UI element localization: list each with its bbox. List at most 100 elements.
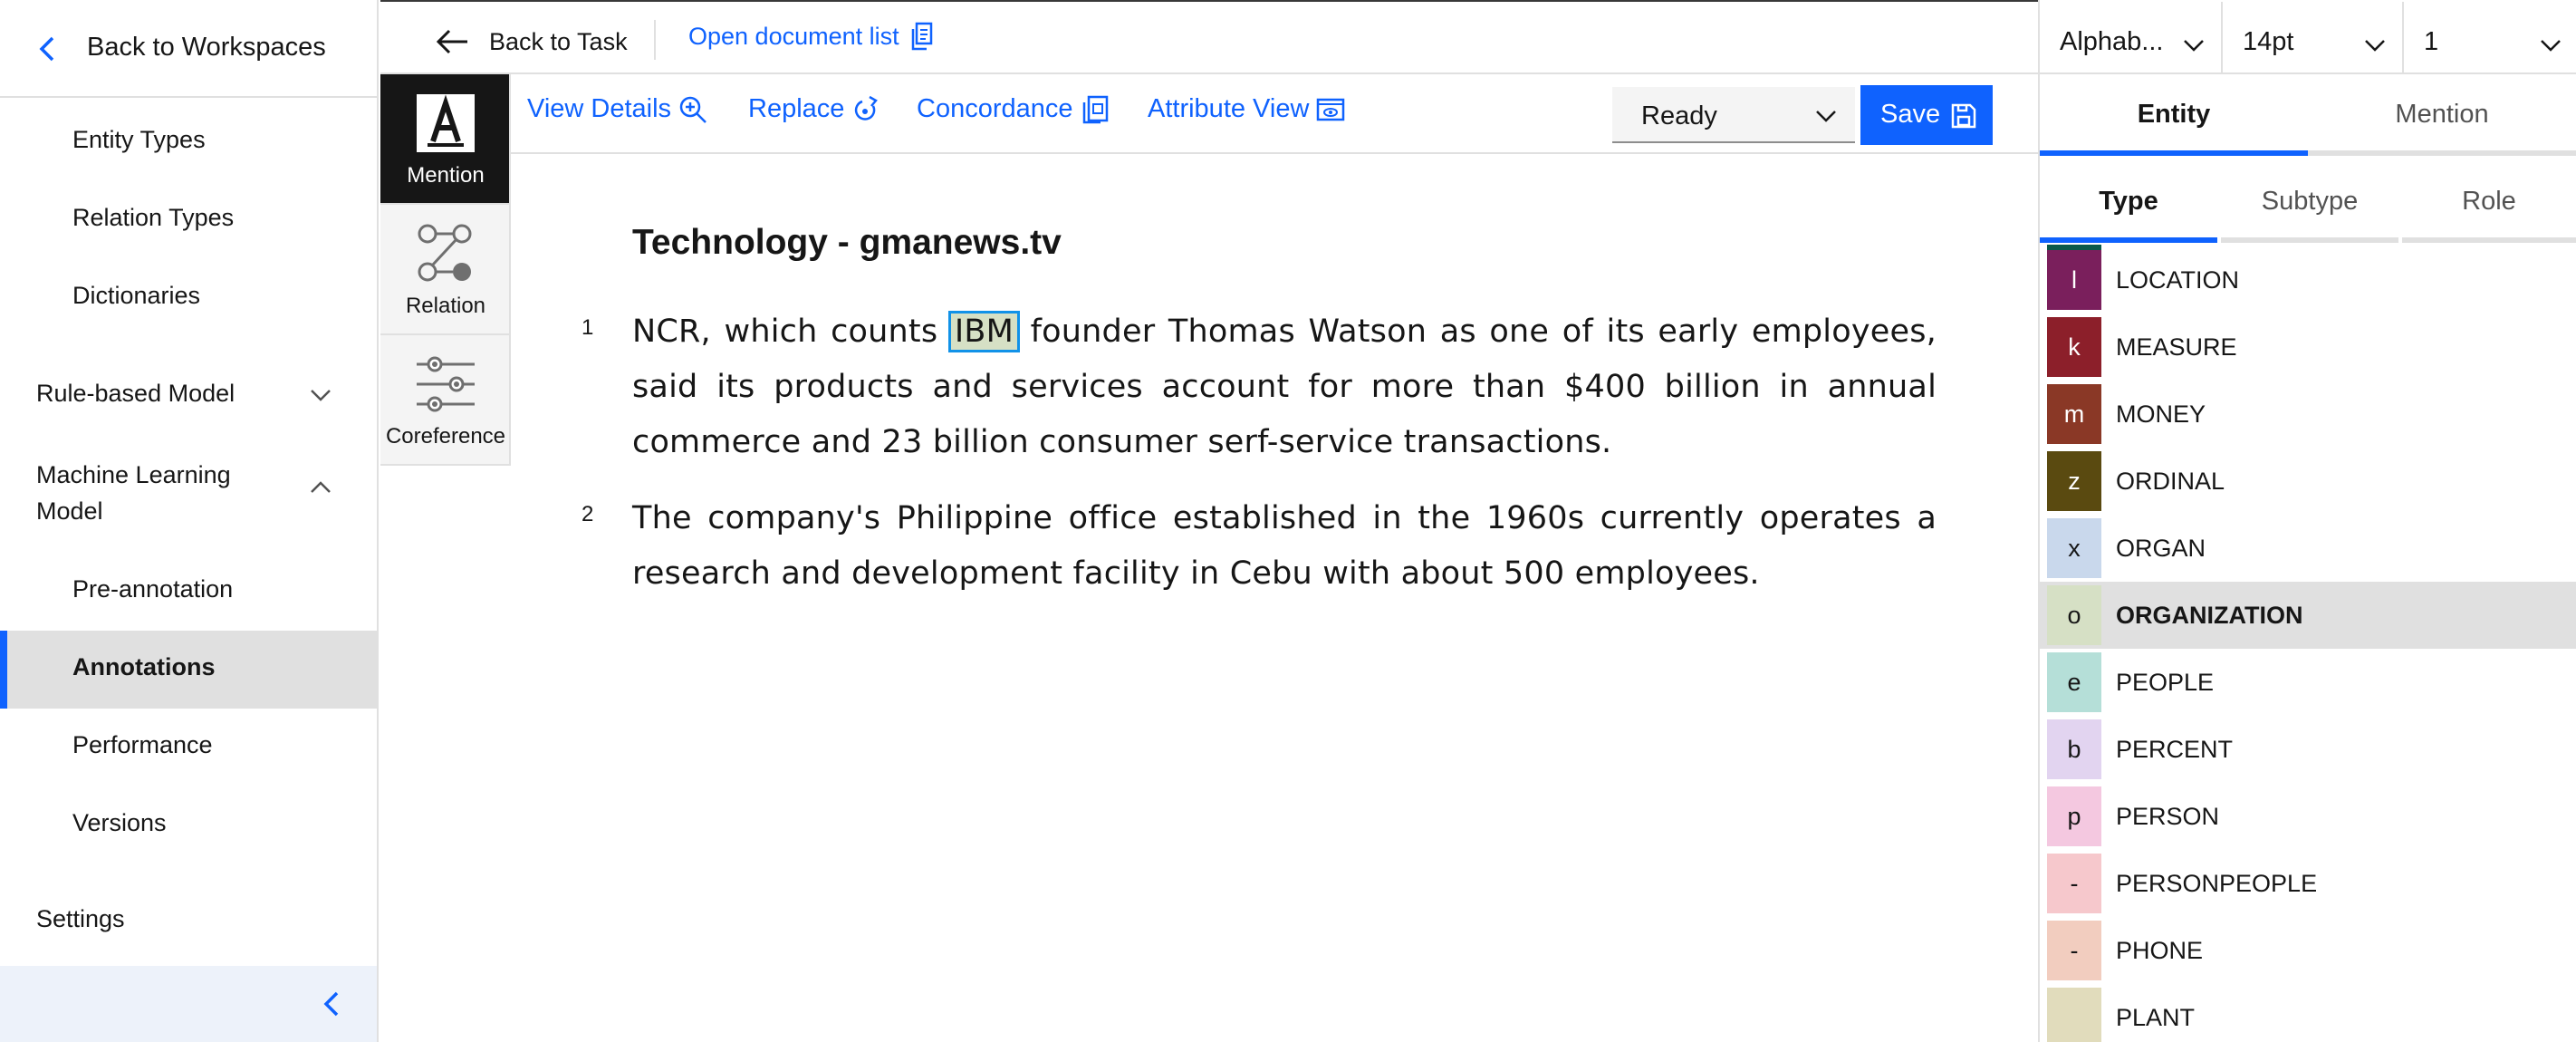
entity-type-row-person[interactable]: p PERSON bbox=[2040, 783, 2576, 850]
entity-type-row-phone[interactable]: - PHONE bbox=[2040, 917, 2576, 984]
coreference-mode-button[interactable]: Coreference bbox=[380, 335, 511, 466]
sidebar-item-versions[interactable]: Versions bbox=[0, 786, 377, 864]
view-details-button[interactable]: View Details bbox=[527, 94, 707, 124]
sentence-text[interactable]: The company's Philippine office establis… bbox=[632, 491, 1937, 602]
tab-indicator bbox=[2402, 237, 2576, 243]
mention-mode-label: Mention bbox=[407, 163, 485, 188]
document-top-bar: Back to Task Open document list bbox=[380, 0, 2038, 74]
tab-indicator bbox=[2308, 150, 2576, 156]
entity-type-key: z bbox=[2047, 451, 2101, 511]
sidebar-item-label: Versions bbox=[72, 809, 167, 836]
mention-icon bbox=[417, 94, 475, 152]
entity-type-name: PEOPLE bbox=[2116, 669, 2215, 696]
entity-type-name: ORDINAL bbox=[2116, 468, 2225, 495]
entity-type-row-people[interactable]: e PEOPLE bbox=[2040, 649, 2576, 716]
tab-type[interactable]: Type bbox=[2040, 161, 2217, 243]
entity-type-name: PERSONPEOPLE bbox=[2116, 870, 2318, 897]
tab-entity[interactable]: Entity bbox=[2040, 74, 2308, 156]
back-to-task-button[interactable]: Back to Task bbox=[435, 22, 628, 62]
document-status-value: Ready bbox=[1641, 101, 1717, 130]
entity-type-row-location[interactable]: l LOCATION bbox=[2040, 246, 2576, 314]
chevron-left-icon bbox=[39, 36, 54, 62]
sidebar-item-settings[interactable]: Settings bbox=[0, 883, 377, 960]
sliders-icon bbox=[417, 356, 475, 412]
sidebar-item-label: Relation Types bbox=[72, 204, 235, 231]
sidebar-item-entity-types[interactable]: Entity Types bbox=[0, 103, 377, 181]
sidebar-item-machine-learning-model[interactable]: Machine Learning Model bbox=[0, 444, 377, 544]
tab-label: Entity bbox=[2137, 100, 2211, 129]
sidebar-item-pre-annotation[interactable]: Pre-annotation bbox=[0, 553, 377, 631]
tab-label: Subtype bbox=[2261, 187, 2359, 216]
back-to-task-label: Back to Task bbox=[489, 27, 628, 55]
entity-type-name: MEASURE bbox=[2116, 333, 2237, 361]
chevron-down-icon bbox=[2541, 40, 2561, 52]
concordance-label: Concordance bbox=[917, 94, 1073, 123]
document-status-dropdown[interactable]: Ready bbox=[1612, 87, 1855, 143]
collapse-sidebar-button[interactable] bbox=[0, 966, 377, 1042]
entity-type-row-organization[interactable]: o ORGANIZATION bbox=[2040, 582, 2576, 649]
left-sidebar: Back to Workspaces Entity Types Relation… bbox=[0, 0, 379, 1042]
zoom-in-icon bbox=[679, 96, 706, 123]
entity-type-row-plant[interactable]: PLANT bbox=[2040, 984, 2576, 1042]
entity-type-row-measure[interactable]: k MEASURE bbox=[2040, 314, 2576, 381]
sentence-number: 2 bbox=[582, 502, 594, 526]
open-document-list-label: Open document list bbox=[688, 22, 899, 50]
save-icon bbox=[1951, 103, 1976, 129]
view-details-label: View Details bbox=[527, 94, 672, 123]
sidebar-item-label: Dictionaries bbox=[72, 282, 201, 309]
sidebar-item-relation-types[interactable]: Relation Types bbox=[0, 181, 377, 259]
entity-type-row-ordinal[interactable]: z ORDINAL bbox=[2040, 448, 2576, 515]
entity-type-name: ORGAN bbox=[2116, 535, 2206, 562]
sentence-number: 1 bbox=[582, 315, 594, 340]
entity-type-name: LOCATION bbox=[2116, 266, 2240, 294]
chevron-down-icon bbox=[311, 390, 331, 401]
replace-button[interactable]: Replace bbox=[748, 94, 880, 124]
save-button[interactable]: Save bbox=[1860, 85, 1993, 145]
relation-icon bbox=[418, 224, 472, 282]
entity-type-key: l bbox=[2047, 250, 2101, 310]
chevron-up-icon bbox=[311, 481, 331, 493]
sidebar-item-rule-based-model[interactable]: Rule-based Model bbox=[0, 357, 377, 435]
sentence-text[interactable]: NCR, which counts IBM founder Thomas Wat… bbox=[632, 304, 1937, 470]
concordance-button[interactable]: Concordance bbox=[917, 94, 1110, 124]
sort-order-dropdown[interactable]: Alphab... bbox=[2040, 2, 2223, 74]
entity-type-key: b bbox=[2047, 719, 2101, 779]
level-dropdown[interactable]: 1 bbox=[2404, 2, 2576, 74]
chevron-down-icon bbox=[2365, 40, 2385, 52]
back-to-workspaces-label: Back to Workspaces bbox=[87, 33, 326, 62]
entity-type-list[interactable]: l LOCATION k MEASURE m MONEY z ORDINAL x ORGAN o OR… bbox=[2040, 245, 2576, 1042]
entity-type-key: e bbox=[2047, 652, 2101, 712]
tab-role[interactable]: Role bbox=[2402, 161, 2576, 243]
document-list-icon bbox=[911, 22, 932, 51]
mention-mode-button[interactable]: Mention bbox=[380, 74, 511, 205]
entity-type-key: - bbox=[2047, 854, 2101, 913]
tab-subtype[interactable]: Subtype bbox=[2221, 161, 2398, 243]
open-document-list-link[interactable]: Open document list bbox=[688, 22, 934, 51]
tab-label: Mention bbox=[2395, 100, 2489, 129]
entity-type-name: ORGANIZATION bbox=[2116, 602, 2303, 629]
tab-indicator bbox=[2221, 237, 2398, 243]
back-to-workspaces-link[interactable]: Back to Workspaces bbox=[0, 0, 377, 98]
tab-mention[interactable]: Mention bbox=[2308, 74, 2576, 156]
font-size-value: 14pt bbox=[2243, 27, 2294, 56]
relation-mode-button[interactable]: Relation bbox=[380, 205, 511, 335]
sidebar-item-label: Machine Learning Model bbox=[36, 461, 231, 525]
sidebar-item-performance[interactable]: Performance bbox=[0, 709, 377, 786]
font-size-dropdown[interactable]: 14pt bbox=[2223, 2, 2404, 74]
document-view: Technology - gmanews.tv 1 NCR, which cou… bbox=[511, 156, 2038, 1042]
entity-type-row-percent[interactable]: b PERCENT bbox=[2040, 716, 2576, 783]
sidebar-item-label: Entity Types bbox=[72, 126, 206, 153]
entity-type-name: PHONE bbox=[2116, 937, 2204, 964]
level-value: 1 bbox=[2424, 27, 2439, 56]
annotated-mention-ibm[interactable]: IBM bbox=[947, 311, 1021, 352]
entity-type-row-organ[interactable]: x ORGAN bbox=[2040, 515, 2576, 582]
entity-type-row-personpeople[interactable]: - PERSONPEOPLE bbox=[2040, 850, 2576, 917]
entity-type-key: m bbox=[2047, 384, 2101, 444]
attribute-view-button[interactable]: Attribute View bbox=[1148, 94, 1345, 124]
entity-type-row-money[interactable]: m MONEY bbox=[2040, 381, 2576, 448]
sentence-text-segment: NCR, which counts bbox=[632, 314, 951, 350]
sidebar-item-annotations[interactable]: Annotations bbox=[0, 631, 377, 709]
concordance-icon bbox=[1082, 95, 1108, 123]
sidebar-item-dictionaries[interactable]: Dictionaries bbox=[0, 259, 377, 337]
entity-type-key: x bbox=[2047, 518, 2101, 578]
